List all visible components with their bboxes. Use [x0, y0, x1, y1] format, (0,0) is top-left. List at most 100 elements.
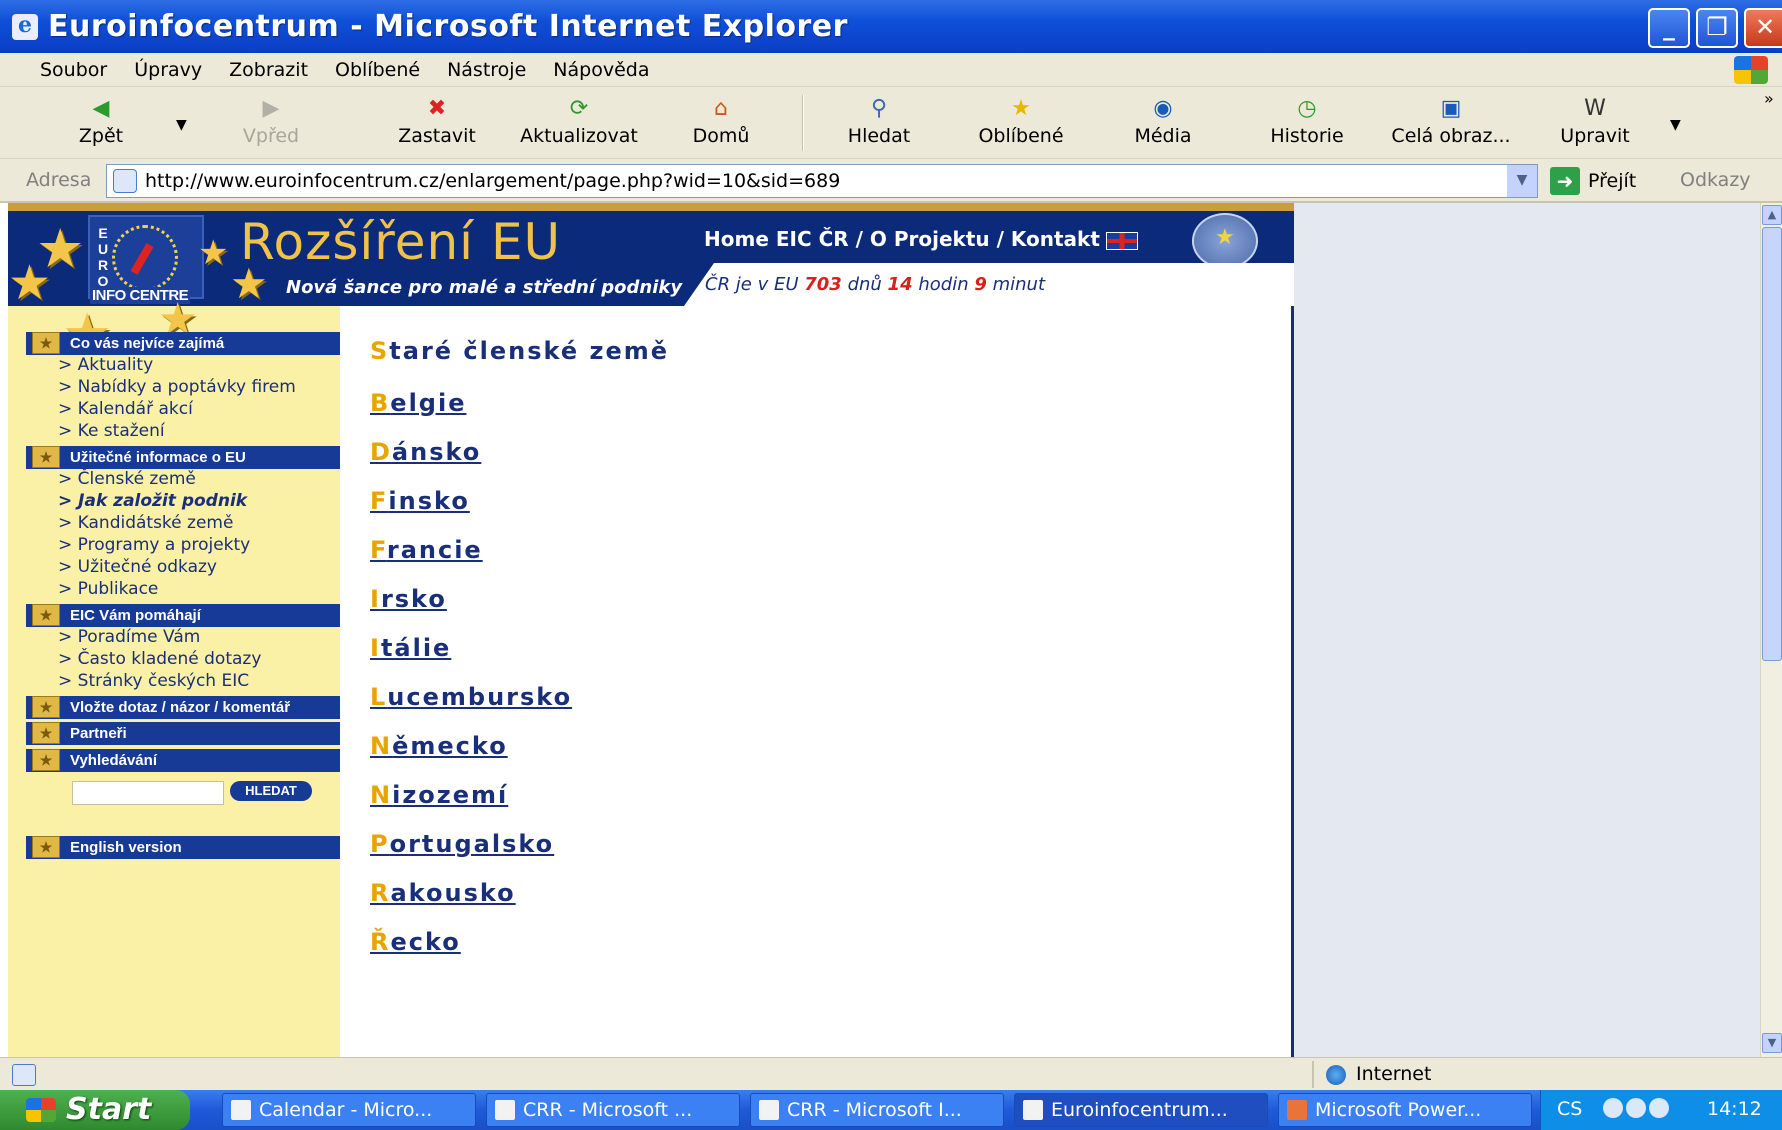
site-search-input[interactable] — [72, 781, 224, 805]
window-title: Euroinfocentrum - Microsoft Internet Exp… — [48, 9, 848, 44]
edit-dropdown-icon[interactable]: ▼ — [1670, 117, 1681, 133]
scrollbar-thumb[interactable] — [1762, 227, 1782, 661]
start-button[interactable]: Start — [0, 1090, 190, 1130]
search-button[interactable]: ⚲ Hledat — [814, 91, 944, 155]
taskbar-item-powerpoint[interactable]: Microsoft Power... — [1278, 1093, 1532, 1127]
menu-file[interactable]: Soubor — [40, 59, 107, 81]
forward-button[interactable]: ▶ Vpřed — [206, 91, 336, 155]
minimize-button[interactable]: _ — [1648, 8, 1690, 48]
top-nav-links[interactable]: Home EIC ČR / O Projektu / Kontakt — [704, 227, 1100, 251]
close-button[interactable]: ✕ — [1744, 8, 1782, 48]
sidebar-item-calendar[interactable]: > Kalendář akcí — [58, 399, 193, 419]
go-button[interactable]: ➜ Přejít — [1550, 166, 1636, 196]
country-link-finland[interactable]: Finsko — [370, 487, 470, 515]
scroll-up-icon[interactable]: ▲ — [1762, 205, 1782, 225]
status-bar: Internet — [0, 1057, 1782, 1090]
menu-edit[interactable]: Úpravy — [134, 59, 202, 81]
sidebar-item-programs[interactable]: > Programy a projekty — [58, 535, 250, 555]
tray-expand-icon[interactable] — [1603, 1098, 1623, 1118]
country-link-italy[interactable]: Itálie — [370, 634, 451, 662]
country-link-netherlands[interactable]: Nizozemí — [370, 781, 508, 809]
ie-icon — [759, 1100, 779, 1120]
taskbar: Start Calendar - Micro... CRR - Microsof… — [0, 1090, 1782, 1130]
eu-countdown: ČR je v EU 703 dnů 14 hodin 9 minut — [705, 274, 1046, 295]
ie-icon — [1023, 1100, 1043, 1120]
menu-tools[interactable]: Nástroje — [447, 59, 526, 81]
sidebar-section-eic-help[interactable]: ★ EIC Vám pomáhají — [26, 604, 340, 627]
favorites-button[interactable]: ★ Oblíbené — [956, 91, 1086, 155]
country-link-france[interactable]: Francie — [370, 536, 483, 564]
sidebar-item-publications[interactable]: > Publikace — [58, 579, 158, 599]
country-link-austria[interactable]: Rakousko — [370, 879, 516, 907]
taskbar-item-crr-2[interactable]: CRR - Microsoft I... — [750, 1093, 1004, 1127]
country-link-portugal[interactable]: Portugalsko — [370, 830, 554, 858]
sidebar-item-advice[interactable]: > Poradíme Vám — [58, 627, 200, 647]
sidebar-section-english[interactable]: ★ English version — [26, 836, 340, 859]
toolbar-overflow-icon[interactable]: » — [1764, 89, 1774, 108]
address-dropdown-icon[interactable]: ▼ — [1507, 165, 1537, 197]
tray-icons — [1603, 1098, 1673, 1122]
sidebar-item-offers[interactable]: > Nabídky a poptávky firem — [58, 377, 296, 397]
sidebar-item-faq[interactable]: > Často kladené dotazy — [58, 649, 261, 669]
go-arrow-icon: ➜ — [1550, 167, 1580, 195]
taskbar-item-calendar[interactable]: Calendar - Micro... — [222, 1093, 476, 1127]
stop-button[interactable]: ✖ Zastavit — [372, 91, 502, 155]
menu-view[interactable]: Zobrazit — [229, 59, 308, 81]
sidebar-item-czech-eic[interactable]: > Stránky českých EIC — [58, 671, 249, 691]
sidebar-item-candidates[interactable]: > Kandidátské země — [58, 513, 233, 533]
taskbar-item-euroinfocentrum[interactable]: Euroinfocentrum... — [1014, 1093, 1268, 1127]
uk-flag-icon[interactable] — [1105, 231, 1138, 250]
country-link-belgium[interactable]: Belgie — [370, 389, 466, 417]
network-icon[interactable] — [1649, 1098, 1669, 1118]
page-heading: Staré členské země — [370, 337, 670, 365]
page-background — [1294, 203, 1760, 1057]
forward-arrow-icon: ▶ — [262, 96, 280, 121]
country-link-ireland[interactable]: Irsko — [370, 585, 447, 613]
tray-app-icon[interactable] — [1626, 1098, 1646, 1118]
fullscreen-button[interactable]: ▣ Celá obraz... — [1386, 91, 1516, 155]
sidebar-item-member-states[interactable]: > Členské země — [58, 469, 196, 489]
home-button[interactable]: ⌂ Domů — [656, 91, 786, 155]
menu-favorites[interactable]: Oblíbené — [335, 59, 420, 81]
sidebar-item-start-business[interactable]: > Jak založit podnik — [58, 491, 247, 511]
star-folder-icon: ★ — [32, 332, 60, 354]
address-input[interactable]: http://www.euroinfocentrum.cz/enlargemen… — [106, 164, 1538, 198]
back-history-dropdown-icon[interactable]: ▼ — [176, 117, 187, 133]
menu-help[interactable]: Nápověda — [553, 59, 649, 81]
site-search-button[interactable]: HLEDAT — [230, 781, 312, 801]
star-folder-icon: ★ — [32, 836, 60, 858]
sidebar-section-partners[interactable]: ★ Partneři — [26, 722, 340, 745]
powerpoint-icon — [1287, 1100, 1307, 1120]
links-button[interactable]: Odkazy — [1680, 169, 1751, 191]
address-url[interactable]: http://www.euroinfocentrum.cz/enlargemen… — [145, 170, 840, 192]
back-button[interactable]: ◀ Zpět — [36, 91, 166, 155]
restore-button[interactable]: ❐ — [1696, 8, 1738, 48]
sidebar-section-feedback[interactable]: ★ Vložte dotaz / názor / komentář — [26, 696, 340, 719]
sidebar-item-useful-links[interactable]: > Užitečné odkazy — [58, 557, 217, 577]
site-subtitle: Nová šance pro malé a střední podniky — [286, 277, 683, 298]
refresh-button[interactable]: ⟳ Aktualizovat — [514, 91, 644, 155]
ie-window: Euroinfocentrum - Microsoft Internet Exp… — [0, 0, 1782, 1130]
word-edit-icon: W — [1584, 96, 1606, 121]
sidebar-section-interests[interactable]: ★ Co vás nejvíce zajímá — [26, 332, 340, 355]
country-link-germany[interactable]: Německo — [370, 732, 508, 760]
clock[interactable]: 14:12 — [1707, 1098, 1762, 1120]
taskbar-item-crr-1[interactable]: CRR - Microsoft ... — [486, 1093, 740, 1127]
sidebar-item-news[interactable]: > Aktuality — [58, 355, 153, 375]
scroll-down-icon[interactable]: ▼ — [1762, 1033, 1782, 1053]
edit-button[interactable]: W Upravit — [1530, 91, 1660, 155]
vertical-scrollbar[interactable]: ▲ ▼ — [1760, 203, 1782, 1057]
country-link-denmark[interactable]: Dánsko — [370, 438, 481, 466]
star-folder-icon: ★ — [32, 446, 60, 468]
sidebar-section-eu-info[interactable]: ★ Užitečné informace o EU — [26, 446, 340, 469]
sidebar-item-downloads[interactable]: > Ke stažení — [58, 421, 165, 441]
system-tray: CS 14:12 — [1540, 1090, 1782, 1130]
media-button[interactable]: ◉ Média — [1098, 91, 1228, 155]
country-link-greece[interactable]: Řecko — [370, 928, 461, 956]
language-indicator[interactable]: CS — [1557, 1098, 1582, 1120]
page-viewport: EURO INFO CENTRE ★ ★ ★ ★ Rozšíření EU No… — [0, 203, 1782, 1057]
history-button[interactable]: ◷ Historie — [1242, 91, 1372, 155]
country-link-luxembourg[interactable]: Lucembursko — [370, 683, 572, 711]
internet-globe-icon — [1326, 1065, 1346, 1085]
title-bar: Euroinfocentrum - Microsoft Internet Exp… — [0, 0, 1782, 53]
